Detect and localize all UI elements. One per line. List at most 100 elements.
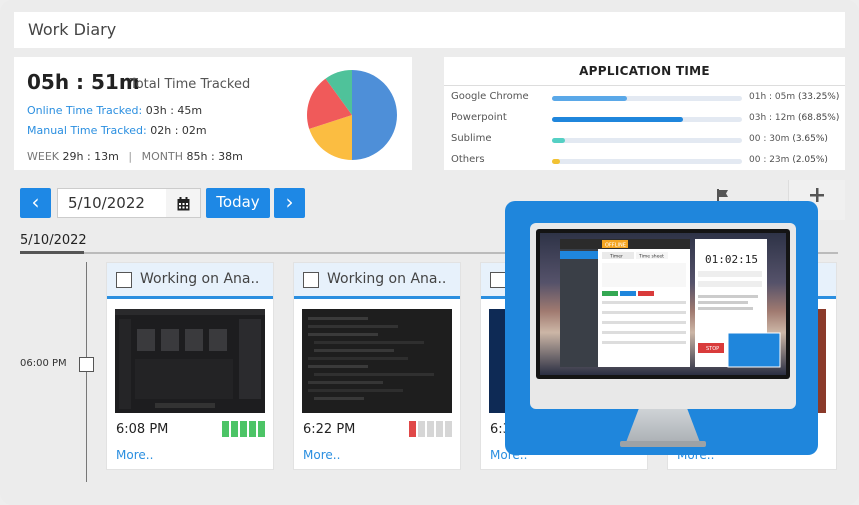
monitor-screen: OFFLINE Timer Time sheet 01:02:15 STOP bbox=[540, 233, 786, 375]
app-time-percent: (68.85%) bbox=[798, 113, 840, 123]
activity-segment bbox=[436, 421, 443, 437]
app-time-value: 01h : 05m bbox=[749, 92, 796, 102]
total-time-value: 05h : 51m bbox=[27, 70, 140, 94]
activity-segment bbox=[418, 421, 425, 437]
app-time-value: 00 : 30m bbox=[749, 134, 790, 144]
desktop-app-promo: OFFLINE Timer Time sheet 01:02:15 STOP bbox=[505, 201, 818, 455]
app-time-percent: (33.25%) bbox=[798, 92, 840, 102]
time-slot-label: 06:00 PM bbox=[20, 358, 67, 369]
app-time: 01h : 05m (33.25%) bbox=[749, 92, 839, 102]
app-usage-fill bbox=[552, 159, 560, 164]
online-time-value: 03h : 45m bbox=[145, 104, 203, 117]
app-name: Others bbox=[451, 154, 485, 165]
page-title: Work Diary bbox=[28, 20, 117, 39]
calendar-icon bbox=[177, 197, 190, 211]
week-month-row: WEEK 29h : 13m | MONTH 85h : 38m bbox=[27, 150, 243, 163]
app-row: Sublime 00 : 30m (3.65%) bbox=[444, 132, 845, 148]
app-name: Google Chrome bbox=[451, 91, 529, 102]
time-slot-checkbox[interactable] bbox=[79, 357, 94, 372]
next-day-button[interactable]: › bbox=[274, 188, 305, 218]
screenshot-card[interactable]: Working on Ana.. 6:08 PM More.. bbox=[106, 262, 274, 470]
monitor-illustration: OFFLINE Timer Time sheet 01:02:15 STOP bbox=[530, 223, 796, 409]
screenshot-checkbox[interactable] bbox=[116, 272, 132, 288]
svg-text:01:02:15: 01:02:15 bbox=[705, 253, 758, 266]
application-time-card: APPLICATION TIME Google Chrome 01h : 05m … bbox=[444, 57, 845, 170]
time-pie-chart bbox=[307, 70, 397, 160]
app-usage-bar bbox=[552, 96, 742, 101]
activity-meter bbox=[409, 421, 453, 437]
activity-segment bbox=[231, 421, 238, 437]
app-time-percent: (3.65%) bbox=[792, 134, 828, 144]
app-time-value: 00 : 23m bbox=[749, 155, 790, 165]
screenshot-image bbox=[115, 309, 265, 413]
svg-text:STOP: STOP bbox=[706, 346, 719, 352]
screenshot-thumbnail[interactable] bbox=[115, 309, 265, 413]
svg-text:Time sheet: Time sheet bbox=[638, 254, 664, 260]
week-label: WEEK bbox=[27, 150, 59, 163]
app-name: Sublime bbox=[451, 133, 492, 144]
screenshot-time: 6:22 PM bbox=[303, 422, 356, 437]
activity-segment bbox=[240, 421, 247, 437]
app-time-percent: (2.05%) bbox=[792, 155, 828, 165]
app-screenshot-image: OFFLINE Timer Time sheet 01:02:15 STOP bbox=[560, 239, 781, 368]
activity-segment bbox=[409, 421, 416, 437]
monitor-bezel: OFFLINE Timer Time sheet 01:02:15 STOP bbox=[536, 229, 790, 379]
time-summary-card: 05h : 51m Total Time Tracked Online Time… bbox=[14, 57, 412, 170]
week-value: 29h : 13m bbox=[62, 150, 119, 163]
today-button[interactable]: Today bbox=[206, 188, 270, 218]
screenshot-title: Working on Ana.. bbox=[140, 271, 260, 287]
activity-segment bbox=[445, 421, 452, 437]
date-field[interactable]: 5/10/2022 bbox=[57, 188, 167, 218]
app-time-value: 03h : 12m bbox=[749, 113, 796, 123]
activity-meter bbox=[222, 421, 266, 437]
activity-segment bbox=[427, 421, 434, 437]
monitor-stand-base bbox=[620, 441, 706, 447]
manual-time-value: 02h : 02m bbox=[150, 124, 207, 137]
activity-segment bbox=[249, 421, 256, 437]
manual-time-row: Manual Time Tracked: 02h : 02m bbox=[27, 124, 207, 137]
screenshot-card[interactable]: Working on Ana.. 6:22 PM More.. bbox=[293, 262, 461, 470]
app-row: Others 00 : 23m (2.05%) bbox=[444, 153, 845, 169]
app-row: Google Chrome 01h : 05m (33.25%) bbox=[444, 90, 845, 106]
more-link[interactable]: More.. bbox=[303, 448, 340, 462]
app-usage-bar bbox=[552, 138, 742, 143]
screenshot-checkbox[interactable] bbox=[303, 272, 319, 288]
app-name: Powerpoint bbox=[451, 112, 507, 123]
activity-segment bbox=[222, 421, 229, 437]
screenshot-card-header: Working on Ana.. bbox=[107, 263, 273, 299]
selected-date-label: 5/10/2022 bbox=[20, 233, 87, 248]
chevron-left-icon: ‹ bbox=[31, 190, 40, 214]
chevron-right-icon: › bbox=[285, 190, 294, 214]
timeline-line bbox=[86, 262, 87, 482]
screenshot-thumbnail[interactable] bbox=[302, 309, 452, 413]
total-time-label: Total Time Tracked bbox=[130, 77, 251, 92]
pie-slice bbox=[352, 70, 397, 160]
month-value: 85h : 38m bbox=[186, 150, 243, 163]
app-usage-bar bbox=[552, 159, 742, 164]
app-usage-fill bbox=[552, 117, 683, 122]
screenshot-checkbox[interactable] bbox=[490, 272, 506, 288]
svg-text:Timer: Timer bbox=[609, 254, 623, 260]
month-label: MONTH bbox=[141, 150, 183, 163]
online-time-row: Online Time Tracked: 03h : 45m bbox=[27, 104, 202, 117]
screenshot-image bbox=[302, 309, 452, 413]
previous-day-button[interactable]: ‹ bbox=[20, 188, 51, 218]
screenshot-time: 6:08 PM bbox=[116, 422, 169, 437]
screenshot-card-header: Working on Ana.. bbox=[294, 263, 460, 299]
week-month-separator: | bbox=[128, 150, 133, 163]
plus-icon bbox=[810, 188, 824, 202]
manual-time-label: Manual Time Tracked: bbox=[27, 124, 147, 137]
monitor-stand bbox=[625, 409, 701, 445]
app-usage-bar bbox=[552, 117, 742, 122]
calendar-button[interactable] bbox=[166, 188, 201, 218]
more-link[interactable]: More.. bbox=[116, 448, 153, 462]
screenshot-title: Working on Ana.. bbox=[327, 271, 447, 287]
app-usage-fill bbox=[552, 96, 627, 101]
online-time-label: Online Time Tracked: bbox=[27, 104, 143, 117]
date-underline-active bbox=[20, 251, 84, 254]
application-time-title: APPLICATION TIME bbox=[579, 64, 710, 78]
app-usage-fill bbox=[552, 138, 565, 143]
divider bbox=[444, 85, 845, 86]
svg-text:OFFLINE: OFFLINE bbox=[605, 243, 626, 249]
page-header: Work Diary bbox=[14, 12, 845, 48]
